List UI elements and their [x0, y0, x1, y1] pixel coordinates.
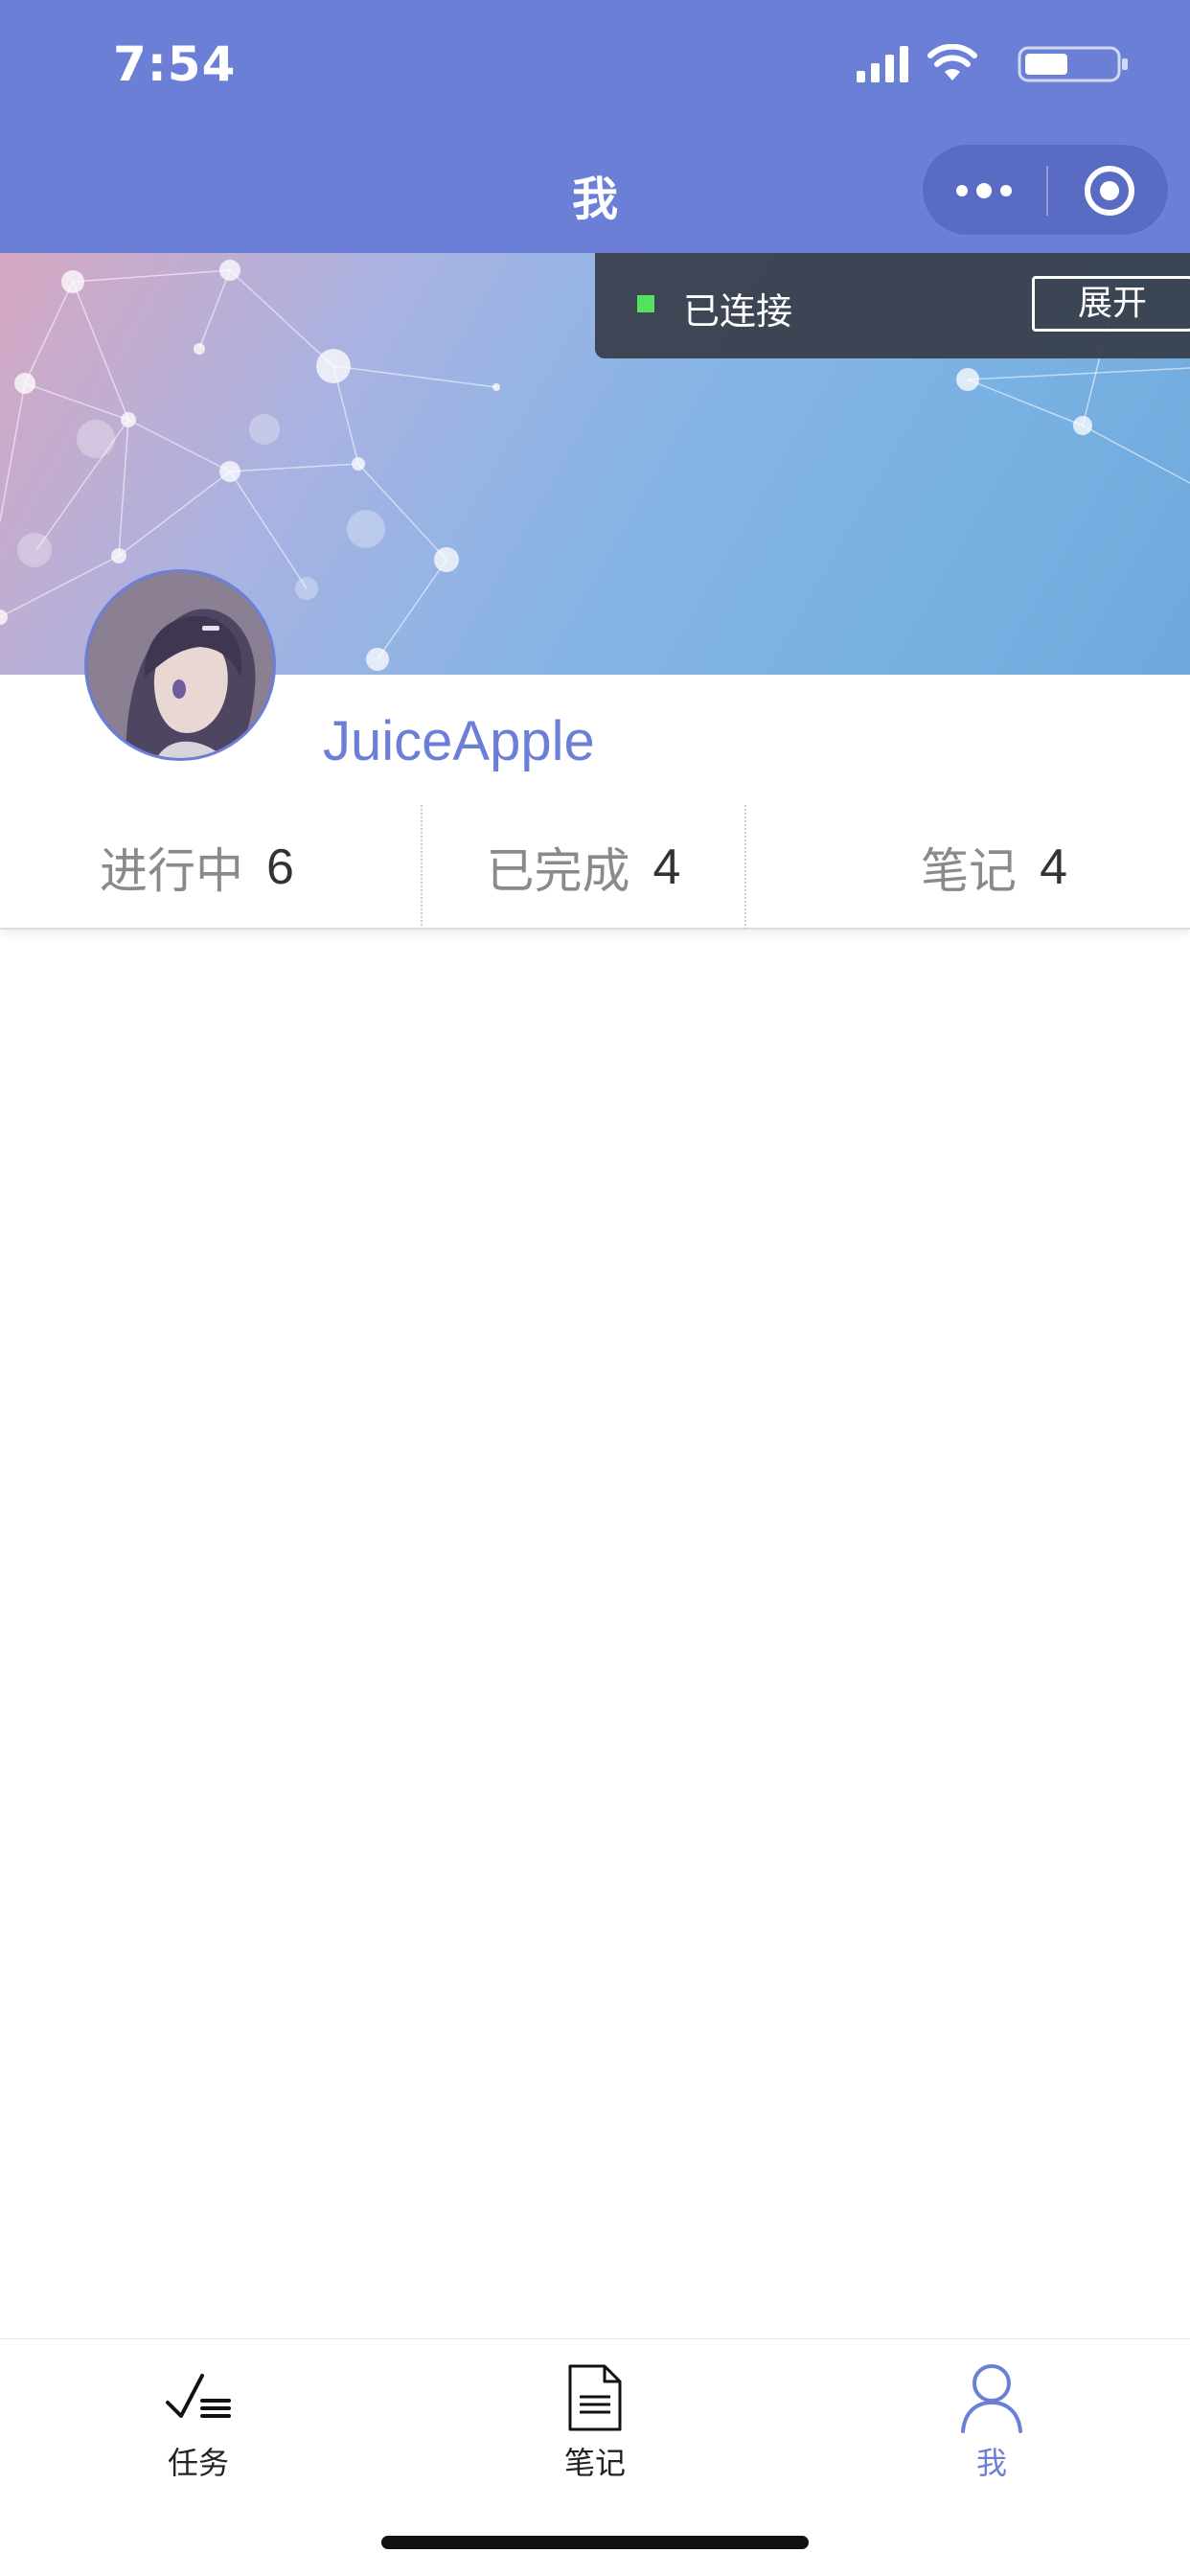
more-dots-icon — [956, 183, 1012, 198]
status-icons — [843, 44, 1131, 82]
stat-completed[interactable]: 已完成 4 — [421, 805, 744, 930]
tab-notes[interactable]: 笔记 — [397, 2339, 793, 2502]
stat-value: 4 — [1040, 840, 1067, 895]
tab-label: 我 — [975, 2445, 1007, 2481]
stat-in-progress[interactable]: 进行中 6 — [0, 805, 421, 930]
stat-notes[interactable]: 笔记 4 — [744, 805, 1190, 930]
close-button[interactable] — [1048, 145, 1170, 237]
anime-girl-avatar — [87, 572, 273, 758]
more-button[interactable] — [923, 145, 1045, 237]
status-time: 7:54 — [113, 36, 237, 92]
connection-toast: 已连接 展开 — [595, 253, 1190, 358]
connected-indicator — [637, 295, 654, 312]
tab-label: 笔记 — [563, 2445, 626, 2481]
connection-status: 已连接 — [683, 290, 793, 333]
expand-button[interactable]: 展开 — [1032, 276, 1190, 332]
stat-label: 笔记 — [921, 843, 1018, 899]
task-checklist-icon — [166, 2374, 231, 2418]
stat-value: 6 — [266, 840, 294, 895]
signal-icon — [857, 46, 908, 82]
wifi-icon — [927, 44, 977, 80]
stats-row: 进行中 6 已完成 4 笔记 4 — [0, 805, 1190, 930]
avatar[interactable] — [84, 569, 276, 761]
stat-label: 进行中 — [100, 843, 243, 899]
home-indicator[interactable] — [381, 2536, 809, 2549]
document-icon — [568, 2364, 622, 2431]
mini-program-capsule — [922, 144, 1169, 236]
stat-value: 4 — [652, 840, 681, 895]
person-icon — [961, 2364, 1022, 2433]
target-circle-icon — [1084, 166, 1134, 216]
header-bar: 7:54 我 — [0, 0, 1190, 253]
tab-tasks[interactable]: 任务 — [0, 2339, 397, 2502]
tab-me[interactable]: 我 — [793, 2339, 1190, 2502]
stat-label: 已完成 — [486, 843, 630, 899]
battery-icon — [1018, 46, 1128, 82]
username: JuiceApple — [323, 710, 595, 772]
tab-label: 任务 — [167, 2445, 229, 2481]
